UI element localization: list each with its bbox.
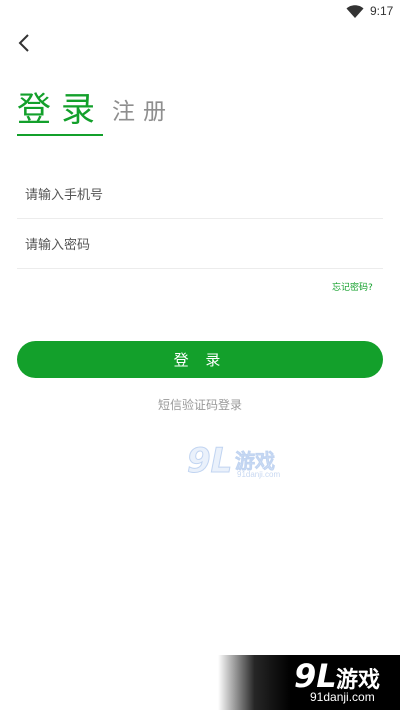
password-field — [17, 222, 383, 269]
back-button[interactable] — [12, 30, 38, 56]
watermark-logo: 9L 游戏 91danji.com — [186, 441, 287, 482]
forgot-password-link[interactable]: 忘记密码? — [332, 280, 373, 293]
watermark-number: 9L — [186, 441, 233, 482]
login-button[interactable]: 登 录 — [17, 341, 383, 378]
chevron-left-icon — [18, 34, 29, 52]
sms-login-link[interactable]: 短信验证码登录 — [0, 396, 400, 413]
status-time: 9:17 — [370, 4, 394, 18]
status-bar: 9:17 — [0, 0, 400, 24]
wifi-icon — [346, 5, 364, 18]
watermark-domain: 91danji.com — [237, 470, 281, 479]
tab-register[interactable]: 注册 — [112, 97, 174, 127]
password-input[interactable] — [17, 222, 383, 268]
tab-login[interactable]: 登录 — [17, 88, 105, 132]
corner-watermark: 9L 游戏 91danji.com — [218, 655, 400, 710]
phone-input[interactable] — [17, 172, 383, 218]
active-tab-indicator — [17, 134, 103, 136]
phone-field — [17, 172, 383, 219]
corner-watermark-domain: 91danji.com — [310, 690, 375, 704]
